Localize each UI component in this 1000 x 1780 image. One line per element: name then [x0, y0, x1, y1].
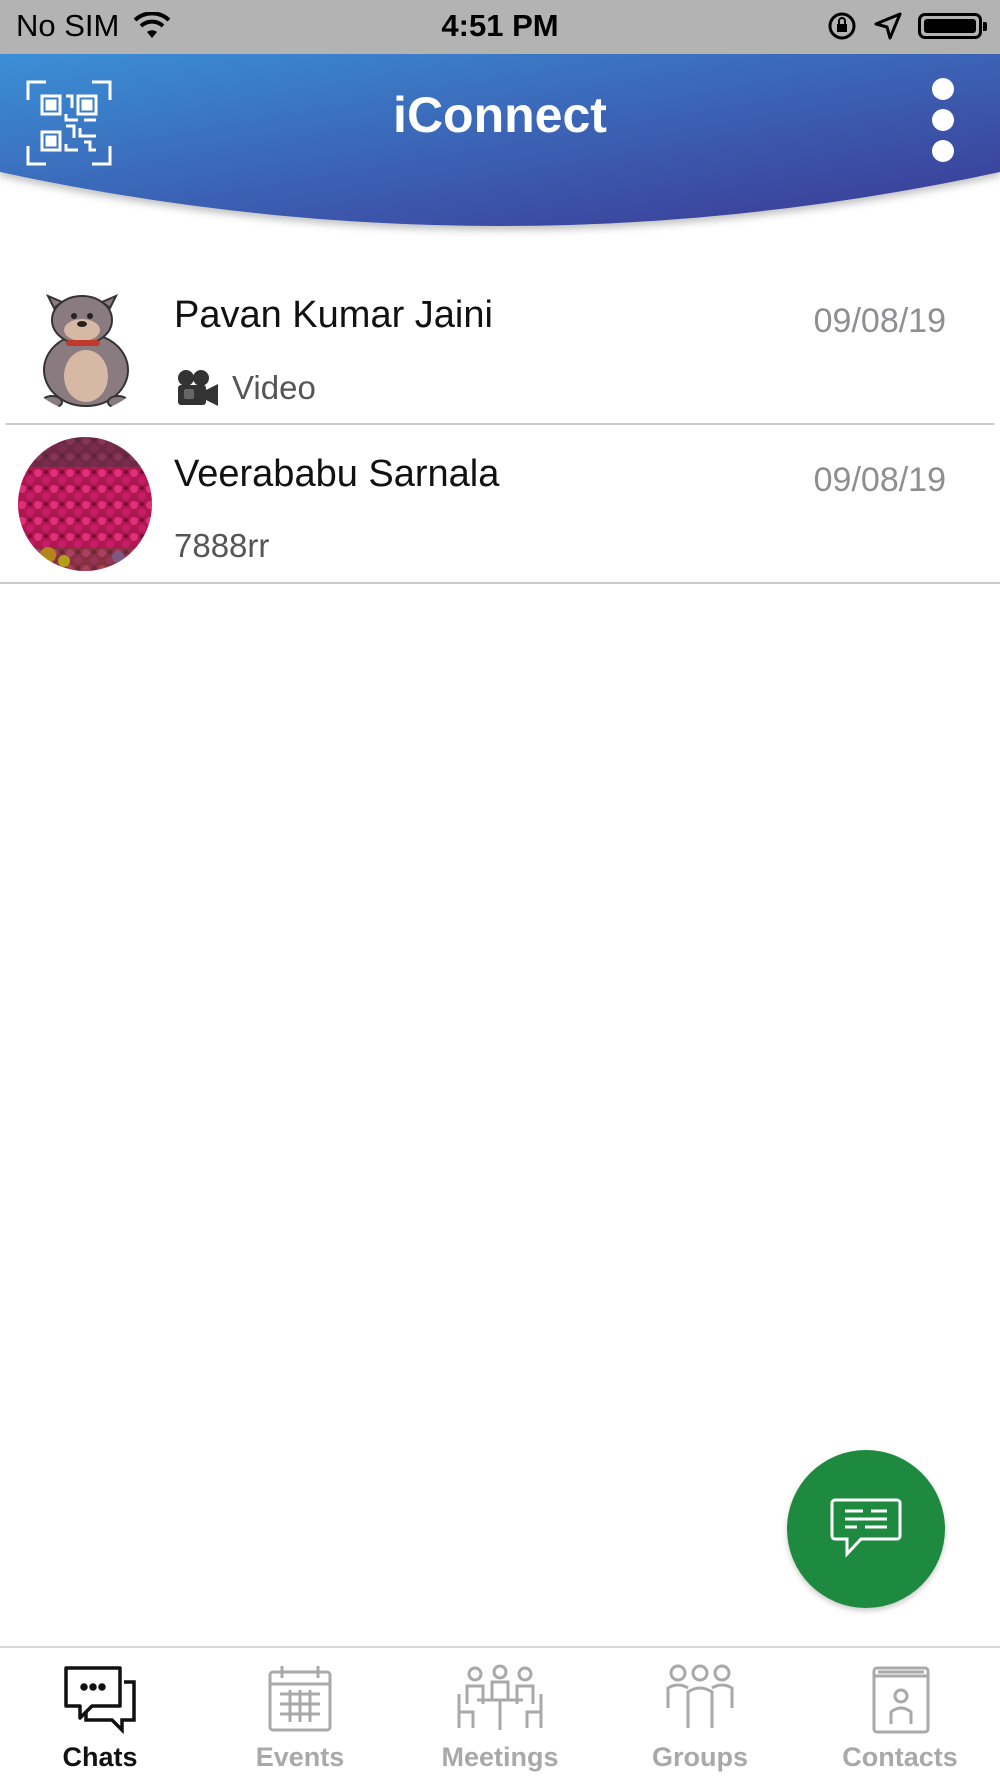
tab-groups[interactable]: Groups: [600, 1648, 800, 1780]
message-date: 09/08/19: [813, 302, 946, 340]
tab-contacts[interactable]: Contacts: [800, 1648, 1000, 1780]
app-title: iConnect: [393, 87, 607, 143]
tab-label: Chats: [62, 1742, 138, 1772]
app-header: iConnect: [0, 54, 1000, 254]
bottom-tab-bar: Chats Events Meetings Groups Contacts: [0, 1646, 1000, 1780]
message-preview-text: 7888rr: [174, 527, 270, 564]
message-preview: 7888rr: [174, 527, 269, 565]
rotation-lock-icon: [828, 12, 856, 40]
groups-icon: [666, 1664, 734, 1728]
contact-name: Veerababu Sarnala: [174, 453, 500, 495]
video-camera-icon: [178, 370, 218, 406]
avatar: [18, 437, 152, 571]
chat-list-item[interactable]: Pavan Kumar Jaini 09/08/19 Video: [0, 266, 1000, 425]
contacts-icon: [872, 1666, 930, 1734]
tab-chats[interactable]: Chats: [0, 1648, 200, 1780]
more-options-button[interactable]: [928, 78, 958, 166]
chat-list-item[interactable]: Veerababu Sarnala 09/08/19 7888rr: [0, 425, 1000, 584]
location-arrow-icon: [874, 12, 902, 40]
avatar: [18, 278, 152, 412]
tab-label: Groups: [651, 1742, 748, 1772]
tab-label: Events: [255, 1742, 345, 1772]
message-preview-text: Video: [232, 369, 316, 406]
tab-label: Meetings: [441, 1742, 559, 1772]
message-date: 09/08/19: [813, 461, 946, 499]
new-chat-button[interactable]: [787, 1450, 945, 1608]
tab-meetings[interactable]: Meetings: [400, 1648, 600, 1780]
status-bar: No SIM 4:51 PM: [0, 0, 1000, 54]
calendar-icon: [268, 1666, 332, 1732]
battery-icon: [918, 13, 987, 39]
more-vertical-icon: [928, 78, 958, 162]
contact-name: Pavan Kumar Jaini: [174, 294, 493, 336]
tab-label: Contacts: [842, 1742, 958, 1772]
chat-bubbles-icon: [64, 1666, 136, 1734]
message-preview: Video: [174, 368, 316, 408]
tab-events[interactable]: Events: [200, 1648, 400, 1780]
status-right: [826, 10, 987, 42]
meeting-icon: [457, 1664, 543, 1730]
divider: [0, 582, 1000, 584]
new-chat-icon: [830, 1498, 902, 1558]
header-background: [0, 54, 1000, 226]
chat-list: Pavan Kumar Jaini 09/08/19 Video Veeraba…: [0, 266, 1000, 584]
